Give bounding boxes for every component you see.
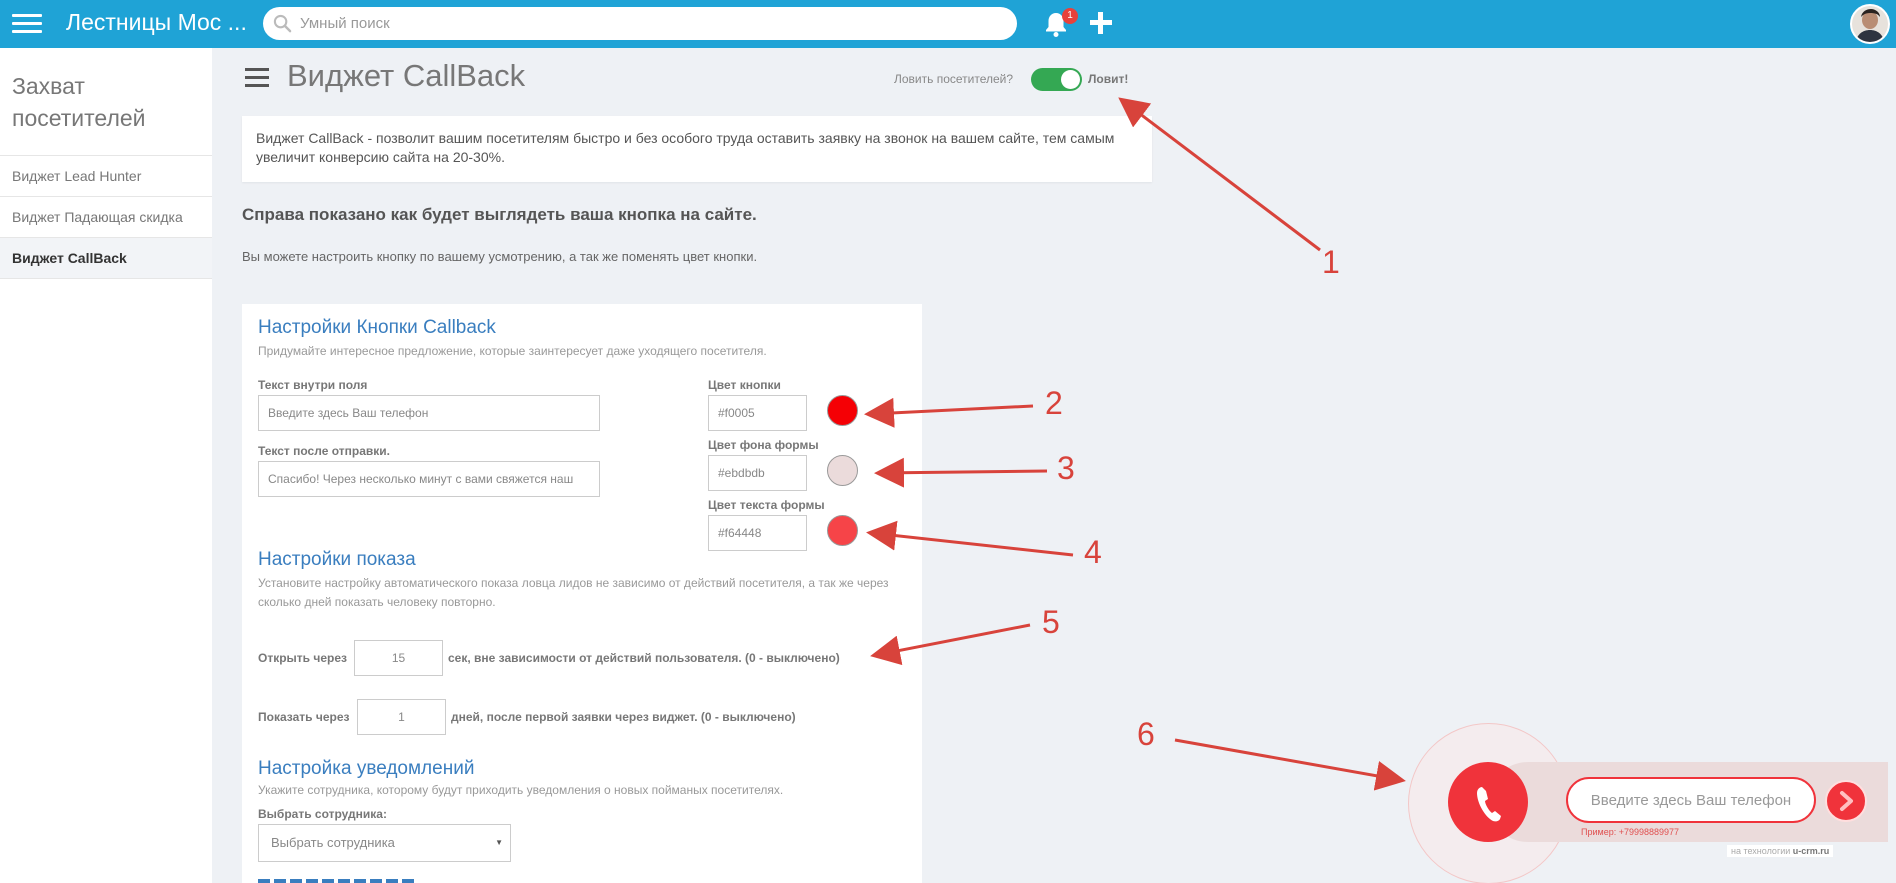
display-settings-title: Настройки показа [258,549,416,570]
menu-icon[interactable] [12,14,42,34]
preview-heading: Справа показано как будет выглядеть ваша… [242,205,757,224]
avatar[interactable] [1850,4,1890,44]
catch-status: Ловит! [1088,72,1129,86]
top-bar: Лестницы Мос ... 1 [0,0,1896,48]
search-icon [273,14,292,33]
add-icon[interactable] [1090,12,1112,34]
settings-card: Настройки Кнопки Callback Придумайте инт… [242,304,922,883]
annotation-arrow-1 [1118,97,1321,252]
button-color-input[interactable] [708,395,807,431]
notify-settings-title: Настройка уведомлений [258,758,475,779]
form-text-color-swatch[interactable] [827,515,858,546]
sidebar: Захват посетителей Виджет Lead Hunter Ви… [0,48,212,883]
form-text-color-label: Цвет текста формы [708,498,825,512]
powered-brand: u-crm.ru [1792,846,1830,856]
notification-badge: 1 [1062,8,1078,24]
annotation-number-6: 6 [1137,716,1155,752]
powered-prefix: на технологии [1731,846,1791,856]
form-bg-color-input[interactable] [708,455,807,491]
open-after-input[interactable] [354,640,443,676]
button-color-swatch[interactable] [827,395,858,426]
annotation-number-1: 1 [1322,244,1340,280]
app-title[interactable]: Лестницы Мос ... [66,9,247,36]
info-box: Виджет CallBack - позволит вашим посетит… [242,116,1152,182]
sidebar-item-falling-discount[interactable]: Виджет Падающая скидка [0,197,212,238]
button-settings-title: Настройки Кнопки Callback [258,317,496,338]
button-settings-desc: Придумайте интересное предложение, котор… [258,344,767,358]
chevron-right-icon [1840,791,1853,811]
form-bg-color-swatch[interactable] [827,455,858,486]
display-settings-desc: Установите настройку автоматического пок… [258,576,889,609]
show-after-label: Показать через [258,710,350,724]
powered-by[interactable]: на технологии u-crm.ru [1727,845,1834,857]
notify-settings-desc: Укажите сотрудника, которому будут прихо… [258,783,784,797]
form-text-color-input[interactable] [708,515,807,551]
catch-visitors-toggle[interactable] [1031,68,1082,91]
chevron-down-icon: ▼ [495,838,503,847]
form-bg-color-label: Цвет фона формы [708,438,819,452]
search-box[interactable] [263,7,1017,40]
user-avatar-icon [1852,6,1888,42]
employee-select[interactable]: Выбрать сотрудника ▼ [258,824,511,862]
preview-subtext: Вы можете настроить кнопку по вашему усм… [242,249,758,264]
field-text-input[interactable] [258,395,600,431]
toggle-knob [1061,70,1080,89]
phone-icon [1477,787,1501,822]
after-send-input[interactable] [258,461,600,497]
search-input[interactable] [300,13,1000,34]
open-after-label: Открыть через [258,651,347,665]
annotation-number-4: 4 [1084,534,1102,570]
after-send-label: Текст после отправки. [258,444,390,458]
sidebar-title: Захват посетителей [0,48,212,156]
page-menu-icon[interactable] [245,68,269,88]
annotation-number-3: 3 [1057,450,1075,486]
sidebar-item-callback[interactable]: Виджет CallBack [0,238,212,279]
show-after-suffix: дней, после первой заявки через виджет. … [451,710,796,724]
annotation-arrow-6 [1174,738,1406,791]
page-title: Виджет CallBack [287,58,526,93]
callback-button[interactable] [1448,762,1528,842]
open-after-suffix: сек, вне зависимости от действий пользов… [448,651,840,665]
show-after-input[interactable] [357,699,446,735]
widget-send-button[interactable] [1825,780,1867,822]
sidebar-item-lead-hunter[interactable]: Виджет Lead Hunter [0,156,212,197]
catch-visitors-label: Ловить посетителей? [894,72,1014,86]
employee-select-value: Выбрать сотрудника [271,835,395,850]
button-color-label: Цвет кнопки [708,378,781,392]
widget-phone-input[interactable] [1566,777,1816,823]
annotation-number-5: 5 [1042,604,1060,640]
cut-off-heading [258,876,418,883]
annotation-number-2: 2 [1045,385,1063,421]
field-text-label: Текст внутри поля [258,378,368,392]
employee-label: Выбрать сотрудника: [258,807,387,821]
widget-example-text: Пример: +79998889977 [1581,827,1680,837]
